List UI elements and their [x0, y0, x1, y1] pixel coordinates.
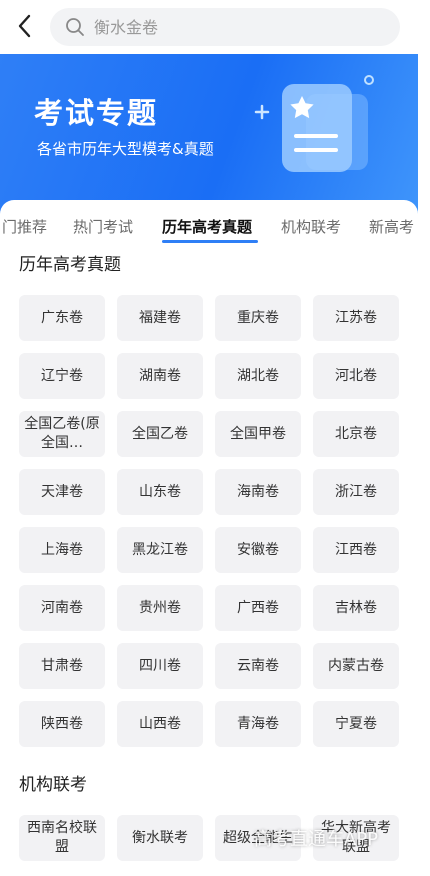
exam-paper-item-label: 全国乙卷 — [132, 425, 188, 442]
exam-paper-item[interactable]: 广东卷 — [19, 295, 105, 341]
active-tab-indicator — [162, 240, 258, 243]
exam-paper-item[interactable]: 河南卷 — [19, 585, 105, 631]
back-button[interactable] — [12, 10, 40, 42]
exam-paper-item-label: 全国乙卷(原全国… — [24, 416, 100, 451]
section-title-joint-exams: 机构联考 — [19, 775, 87, 795]
watermark: 高考直通车APP — [254, 829, 379, 850]
exam-paper-item[interactable]: 安徽卷 — [215, 527, 301, 573]
exam-paper-item[interactable]: 天津卷 — [19, 469, 105, 515]
exam-paper-item-label: 海南卷 — [237, 483, 279, 500]
search-bar[interactable] — [50, 8, 400, 46]
right-gutter — [418, 200, 430, 876]
tab-past-gaokao[interactable]: 历年高考真题 — [162, 216, 252, 237]
exam-paper-item[interactable]: 浙江卷 — [313, 469, 399, 515]
exam-paper-item[interactable]: 河北卷 — [313, 353, 399, 399]
exam-paper-item-label: 宁夏卷 — [335, 715, 377, 732]
exam-paper-item-label: 山东卷 — [139, 483, 181, 500]
exam-paper-item[interactable]: 江西卷 — [313, 527, 399, 573]
exam-paper-item-label: 上海卷 — [41, 541, 83, 558]
exam-paper-item-label: 福建卷 — [139, 309, 181, 326]
exam-paper-item[interactable]: 全国甲卷 — [215, 411, 301, 457]
exam-paper-item-label: 湖北卷 — [237, 367, 279, 384]
exam-paper-item-label: 青海卷 — [237, 715, 279, 732]
exam-paper-item[interactable]: 甘肃卷 — [19, 643, 105, 689]
top-bar — [0, 0, 430, 54]
exam-paper-item-label: 内蒙古卷 — [328, 657, 384, 674]
exam-paper-item[interactable]: 全国乙卷(原全国… — [19, 411, 105, 457]
exam-paper-item-label: 河南卷 — [41, 599, 83, 616]
document-star-illustration-icon — [254, 75, 374, 172]
joint-exam-item-label: 衡水联考 — [132, 829, 188, 846]
exam-paper-item[interactable]: 海南卷 — [215, 469, 301, 515]
exam-paper-item-label: 江苏卷 — [335, 309, 377, 326]
exam-paper-item-label: 四川卷 — [139, 657, 181, 674]
category-tabs: 门推荐 热门考试 历年高考真题 机构联考 新高考 — [0, 200, 418, 254]
tab-hot-exams[interactable]: 热门考试 — [73, 216, 133, 237]
joint-exam-item[interactable]: 西南名校联盟 — [19, 815, 105, 861]
joint-exam-item-label: 西南名校联盟 — [27, 820, 97, 855]
exam-paper-item-label: 贵州卷 — [139, 599, 181, 616]
section-title-past-exams: 历年高考真题 — [19, 255, 121, 275]
exam-paper-item[interactable]: 吉林卷 — [313, 585, 399, 631]
exam-paper-item-label: 甘肃卷 — [41, 657, 83, 674]
topic-banner: 考试专题 各省市历年大型模考&真题 — [0, 54, 418, 214]
exam-paper-item[interactable]: 宁夏卷 — [313, 701, 399, 747]
exam-paper-item-label: 黑龙江卷 — [132, 541, 188, 558]
exam-paper-item[interactable]: 北京卷 — [313, 411, 399, 457]
exam-paper-item-label: 浙江卷 — [335, 483, 377, 500]
exam-paper-item[interactable]: 贵州卷 — [117, 585, 203, 631]
search-icon — [66, 18, 84, 36]
exam-paper-item[interactable]: 湖南卷 — [117, 353, 203, 399]
exam-paper-item[interactable]: 山东卷 — [117, 469, 203, 515]
exam-paper-item[interactable]: 福建卷 — [117, 295, 203, 341]
exam-paper-item[interactable]: 重庆卷 — [215, 295, 301, 341]
exam-paper-item[interactable]: 四川卷 — [117, 643, 203, 689]
banner-title: 考试专题 — [34, 96, 159, 130]
banner-subtitle: 各省市历年大型模考&真题 — [37, 140, 214, 158]
joint-exam-item[interactable]: 衡水联考 — [117, 815, 203, 861]
exam-paper-item-label: 重庆卷 — [237, 309, 279, 326]
tab-joint-exams[interactable]: 机构联考 — [281, 216, 341, 237]
search-input[interactable] — [94, 8, 384, 46]
exam-paper-item-label: 北京卷 — [335, 425, 377, 442]
exam-paper-item[interactable]: 全国乙卷 — [117, 411, 203, 457]
exam-paper-item-label: 天津卷 — [41, 483, 83, 500]
exam-paper-item[interactable]: 上海卷 — [19, 527, 105, 573]
exam-paper-item-label: 云南卷 — [237, 657, 279, 674]
exam-paper-item[interactable]: 辽宁卷 — [19, 353, 105, 399]
exam-paper-item[interactable]: 江苏卷 — [313, 295, 399, 341]
exam-paper-item-label: 全国甲卷 — [230, 425, 286, 442]
exam-paper-item[interactable]: 陕西卷 — [19, 701, 105, 747]
exam-paper-item-label: 湖南卷 — [139, 367, 181, 384]
exam-paper-item[interactable]: 内蒙古卷 — [313, 643, 399, 689]
exam-paper-item[interactable]: 云南卷 — [215, 643, 301, 689]
exam-paper-item-label: 河北卷 — [335, 367, 377, 384]
exam-paper-item[interactable]: 广西卷 — [215, 585, 301, 631]
exam-paper-item[interactable]: 山西卷 — [117, 701, 203, 747]
back-arrow-icon — [18, 14, 31, 38]
tab-popular-recommend[interactable]: 门推荐 — [2, 216, 47, 237]
exam-paper-item-label: 山西卷 — [139, 715, 181, 732]
exam-paper-item[interactable]: 黑龙江卷 — [117, 527, 203, 573]
exam-paper-item-label: 广西卷 — [237, 599, 279, 616]
exam-paper-item-label: 安徽卷 — [237, 541, 279, 558]
tab-new-gaokao[interactable]: 新高考 — [369, 216, 414, 237]
exam-paper-item-label: 广东卷 — [41, 309, 83, 326]
exam-paper-item-label: 陕西卷 — [41, 715, 83, 732]
exam-paper-item-label: 吉林卷 — [335, 599, 377, 616]
exam-paper-item[interactable]: 青海卷 — [215, 701, 301, 747]
exam-paper-item[interactable]: 湖北卷 — [215, 353, 301, 399]
exam-paper-item-label: 江西卷 — [335, 541, 377, 558]
exam-paper-item-label: 辽宁卷 — [41, 367, 83, 384]
